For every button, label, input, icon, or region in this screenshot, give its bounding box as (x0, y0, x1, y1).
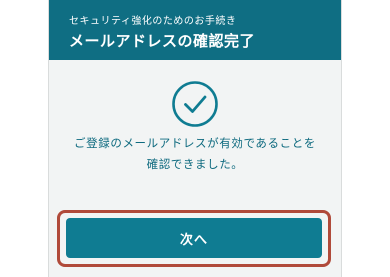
page-title: メールアドレスの確認完了 (69, 32, 256, 50)
check-circle-icon (172, 81, 218, 127)
page-header: セキュリティ強化のためのお手続き メールアドレスの確認完了 (49, 0, 341, 60)
confirmation-message-line2: 確認できました。 (146, 157, 244, 171)
confirmation-message-line1: ご登録のメールアドレスが有効であることを (74, 136, 316, 150)
header-subtitle: セキュリティ強化のためのお手続き (69, 16, 237, 27)
next-button[interactable]: 次へ (66, 218, 322, 258)
